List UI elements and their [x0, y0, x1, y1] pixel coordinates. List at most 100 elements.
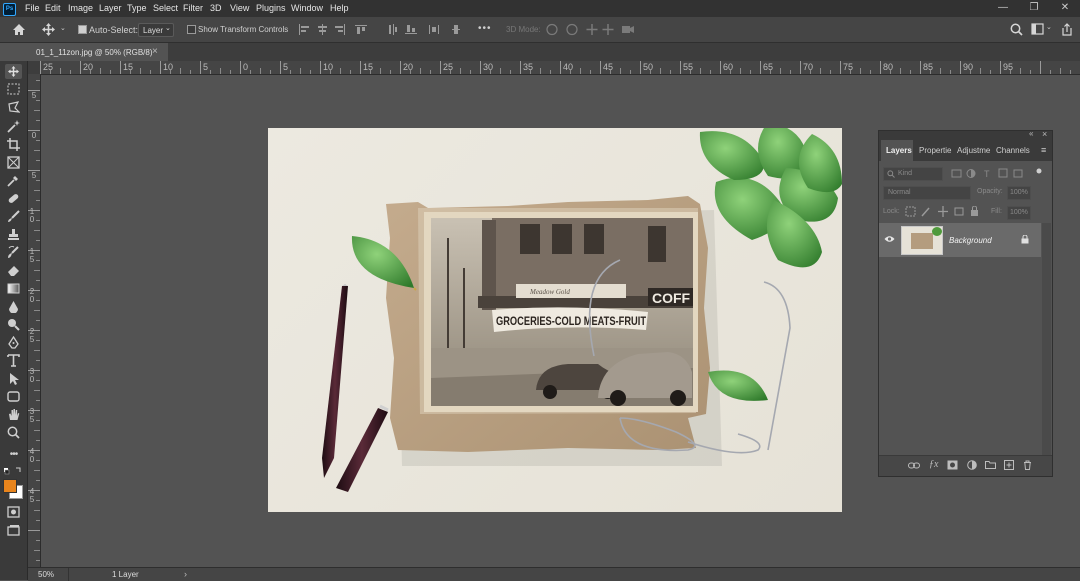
- ruler-label: 2 5: [29, 327, 35, 344]
- ruler-label: 80: [883, 62, 894, 72]
- eye-icon[interactable]: [884, 235, 895, 243]
- fx-icon[interactable]: ƒx: [929, 459, 938, 470]
- home-icon[interactable]: [12, 23, 26, 36]
- status-info-menu-arrow[interactable]: ›: [184, 569, 187, 579]
- align-bottom-edges-icon[interactable]: [405, 24, 417, 35]
- fill-field[interactable]: 100%: [1007, 206, 1031, 220]
- clone-stamp-tool-icon[interactable]: [7, 228, 20, 241]
- close-tab-button[interactable]: ×: [152, 46, 158, 57]
- layer-filter-value: Kind: [898, 170, 913, 177]
- move-tool-icon[interactable]: [5, 64, 22, 79]
- ruler-label: 45: [603, 62, 614, 72]
- document-canvas[interactable]: Meadow Gold COFF GROCERIES-COLD MEATS-FR…: [268, 128, 842, 512]
- menu-help[interactable]: Help: [330, 3, 349, 13]
- blur-tool-icon[interactable]: [7, 300, 20, 313]
- group-folder-icon[interactable]: [985, 460, 996, 469]
- zoom-tool-icon[interactable]: [7, 426, 20, 439]
- marquee-tool-icon[interactable]: [7, 83, 20, 95]
- share-icon[interactable]: [1061, 23, 1073, 36]
- ruler-label: 50: [643, 62, 654, 72]
- tab-properties[interactable]: Propertie: [919, 146, 951, 155]
- minimize-button[interactable]: —: [988, 0, 1018, 17]
- menu-layer[interactable]: Layer: [99, 3, 122, 13]
- menu-3d[interactable]: 3D: [210, 3, 222, 13]
- screen-mode-icon[interactable]: [7, 524, 20, 536]
- restore-button[interactable]: ❐: [1019, 0, 1049, 17]
- close-panel-icon[interactable]: ×: [1042, 129, 1047, 139]
- dodge-tool-icon[interactable]: [7, 318, 20, 331]
- menu-plugins[interactable]: Plugins: [256, 3, 286, 13]
- crop-tool-icon[interactable]: [7, 138, 20, 151]
- align-left-edges-icon[interactable]: [298, 24, 310, 35]
- layer-row[interactable]: Background: [879, 223, 1041, 257]
- align-vertical-centers-icon[interactable]: [387, 24, 399, 35]
- brush-tool-icon[interactable]: [7, 210, 20, 223]
- align-horizontal-centers-icon[interactable]: [316, 24, 328, 35]
- add-mask-icon[interactable]: [947, 460, 958, 470]
- show-transform-checkbox[interactable]: [187, 25, 196, 34]
- new-layer-icon[interactable]: [1004, 460, 1014, 470]
- menu-edit[interactable]: Edit: [45, 3, 61, 13]
- layers-scrollbar[interactable]: [1042, 223, 1051, 455]
- ruler-label: 1 0: [29, 207, 35, 224]
- menu-type[interactable]: Type: [127, 3, 147, 13]
- chevron-down-icon[interactable]: ⌄: [60, 24, 66, 32]
- horizontal-ruler[interactable]: 25 20 15 10 5 0 5 10 15 20 25 30 35 40 4…: [28, 61, 1080, 75]
- more-tools-icon[interactable]: •••: [6, 447, 21, 462]
- blend-mode-dropdown[interactable]: Normal: [883, 186, 971, 200]
- foreground-color-swatch[interactable]: [3, 479, 17, 493]
- link-layers-icon[interactable]: [908, 461, 920, 470]
- document-tab[interactable]: 01_1_11zon.jpg @ 50% (RGB/8) ×: [28, 43, 168, 61]
- hand-tool-icon[interactable]: [7, 408, 20, 421]
- pen-tool-icon[interactable]: [7, 336, 20, 349]
- menu-file[interactable]: File: [25, 3, 40, 13]
- panel-menu-icon[interactable]: ≡: [1041, 145, 1046, 155]
- menu-image[interactable]: Image: [68, 3, 93, 13]
- menu-filter[interactable]: Filter: [183, 3, 203, 13]
- vertical-ruler[interactable]: 5 0 5 1 0 1 5 2 0 2 5 3 0 3 5 4 0 4 5: [28, 74, 41, 567]
- menu-window[interactable]: Window: [291, 3, 323, 13]
- magic-wand-tool-icon[interactable]: [7, 120, 20, 133]
- lock-icons[interactable]: [905, 206, 985, 217]
- tab-adjustments[interactable]: Adjustme: [957, 146, 990, 155]
- gradient-tool-icon[interactable]: [7, 282, 20, 295]
- zoom-level[interactable]: 50%: [38, 570, 54, 579]
- type-tool-icon[interactable]: [7, 354, 20, 367]
- ruler-label: 90: [963, 62, 974, 72]
- ruler-label: 3 5: [29, 407, 35, 424]
- layer-name[interactable]: Background: [949, 236, 992, 245]
- tab-layers[interactable]: Layers: [881, 140, 913, 161]
- tab-channels[interactable]: Channels: [996, 146, 1030, 155]
- distribute-vertical-icon[interactable]: [450, 24, 462, 35]
- eyedropper-tool-icon[interactable]: [7, 174, 20, 187]
- search-icon[interactable]: [1010, 23, 1023, 36]
- more-options-button[interactable]: •••: [478, 23, 492, 34]
- distribute-icon[interactable]: [428, 24, 440, 35]
- move-tool-icon[interactable]: [42, 23, 55, 36]
- eraser-tool-icon[interactable]: [7, 264, 20, 277]
- history-brush-tool-icon[interactable]: [7, 246, 20, 259]
- auto-select-checkbox[interactable]: [78, 25, 87, 34]
- close-window-button[interactable]: ✕: [1050, 0, 1080, 17]
- layer-filter-icons[interactable]: T: [951, 168, 1046, 179]
- align-right-edges-icon[interactable]: [334, 24, 346, 35]
- menu-view[interactable]: View: [230, 3, 249, 13]
- menu-select[interactable]: Select: [153, 3, 178, 13]
- frame-tool-icon[interactable]: [7, 156, 20, 169]
- opacity-field[interactable]: 100%: [1007, 186, 1031, 200]
- ruler-label: 3 0: [29, 367, 35, 384]
- adjustment-layer-icon[interactable]: [967, 460, 977, 470]
- lasso-tool-icon[interactable]: [7, 101, 20, 114]
- auto-select-target-dropdown[interactable]: Layer ⌄: [138, 23, 174, 37]
- delete-layer-icon[interactable]: [1023, 460, 1032, 470]
- chevron-down-icon[interactable]: ⌄: [1046, 23, 1052, 31]
- path-selection-tool-icon[interactable]: [7, 372, 20, 385]
- workspace-icon[interactable]: [1031, 23, 1044, 35]
- align-top-edges-icon[interactable]: [355, 24, 367, 35]
- healing-brush-tool-icon[interactable]: [7, 192, 20, 205]
- layer-filter-dropdown[interactable]: Kind: [883, 167, 943, 181]
- quick-mask-icon[interactable]: [7, 506, 20, 518]
- ruler-label: 0: [31, 131, 37, 140]
- collapse-panel-icon[interactable]: «: [1029, 129, 1033, 138]
- rectangle-tool-icon[interactable]: [7, 390, 20, 403]
